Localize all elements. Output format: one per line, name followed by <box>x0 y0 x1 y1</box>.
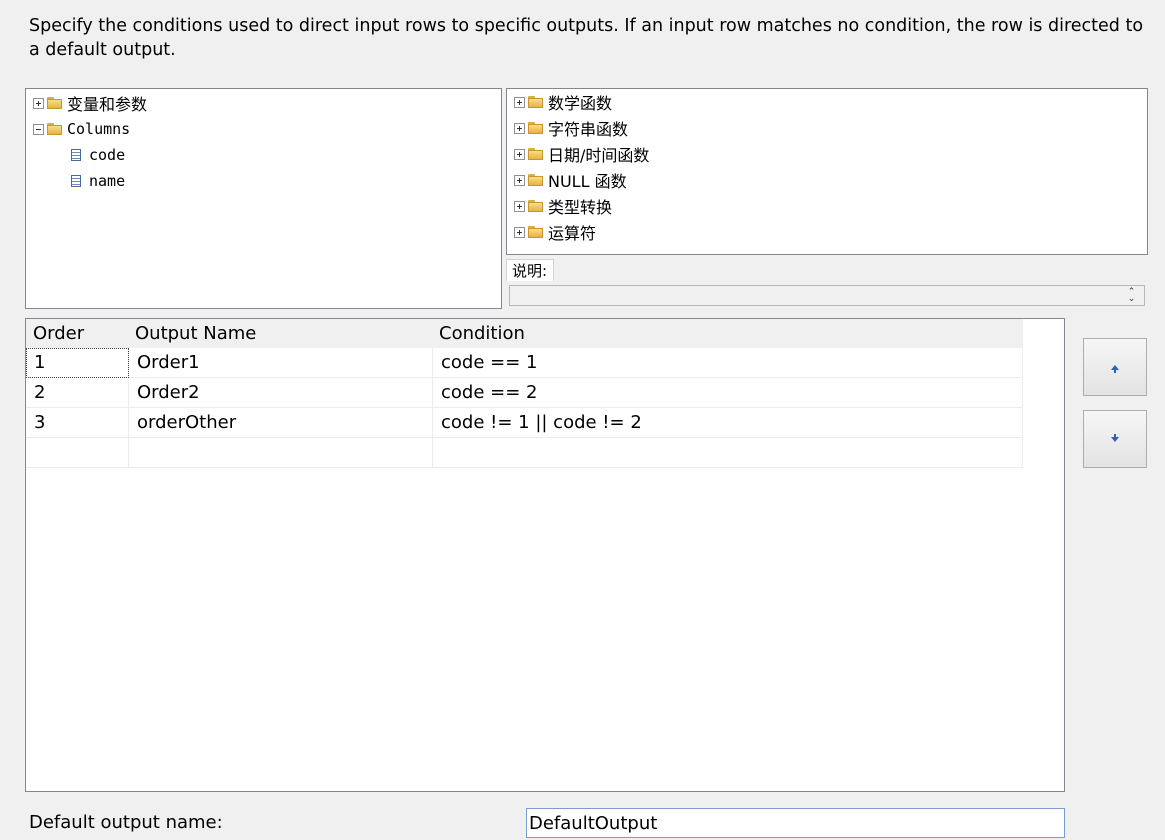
tree-node-math-functions[interactable]: 数学函数 <box>514 90 612 114</box>
cell-output-name[interactable]: Order2 <box>129 378 433 408</box>
tree-node-column-name[interactable]: name <box>71 169 125 193</box>
arrow-down-icon <box>1111 433 1119 442</box>
new-row-cell-condition[interactable] <box>433 438 1023 468</box>
conditions-grid[interactable]: Order Output Name Condition 1 Order1 cod… <box>25 318 1065 792</box>
default-output-label: Default output name: <box>29 812 223 833</box>
expand-icon[interactable] <box>514 148 525 160</box>
cell-order[interactable]: 3 <box>26 408 129 438</box>
tree-node-label: 数学函数 <box>548 94 613 113</box>
tree-node-datetime-functions[interactable]: 日期/时间函数 <box>514 142 649 166</box>
arrow-up-icon <box>1111 364 1119 373</box>
expand-icon[interactable] <box>514 122 525 134</box>
cell-condition[interactable]: code == 2 <box>433 378 1023 408</box>
tree-node-label: NULL 函数 <box>548 172 627 191</box>
functions-tree[interactable]: 数学函数 字符串函数 日期/时间函数 NULL 函数 类型转换 运算符 <box>506 88 1148 255</box>
tree-node-operators[interactable]: 运算符 <box>514 220 596 244</box>
cell-output-name[interactable]: Order1 <box>129 348 433 378</box>
column-icon <box>71 149 81 161</box>
tree-node-label: code <box>89 146 126 164</box>
new-row-cell-output-name[interactable] <box>129 438 433 468</box>
folder-icon <box>47 97 63 109</box>
tree-node-label: name <box>89 172 126 190</box>
expand-icon[interactable] <box>33 97 44 109</box>
expand-icon[interactable] <box>514 226 525 238</box>
tree-node-label: 日期/时间函数 <box>548 146 650 165</box>
column-header-condition[interactable]: Condition <box>433 319 1023 348</box>
tree-node-label: Columns <box>67 120 131 138</box>
scroll-spinner-icon[interactable]: ⌃ ⌄ <box>1127 288 1136 304</box>
move-up-button[interactable] <box>1083 338 1147 396</box>
tree-node-type-casts[interactable]: 类型转换 <box>514 194 612 218</box>
description-label: 说明: <box>506 259 554 281</box>
cell-order[interactable]: 1 <box>26 348 129 378</box>
tree-node-label: 变量和参数 <box>67 95 148 114</box>
tree-node-string-functions[interactable]: 字符串函数 <box>514 116 628 140</box>
tree-node-null-functions[interactable]: NULL 函数 <box>514 168 627 192</box>
new-row-cell-order[interactable] <box>26 438 129 468</box>
cell-order[interactable]: 2 <box>26 378 129 408</box>
folder-icon <box>528 148 544 160</box>
default-output-name-input[interactable] <box>526 808 1065 838</box>
description-box[interactable]: ⌃ ⌄ <box>509 285 1145 306</box>
tree-node-label: 运算符 <box>548 224 597 243</box>
tree-node-columns[interactable]: Columns <box>33 117 130 141</box>
folder-icon <box>528 200 544 212</box>
tree-node-label: 字符串函数 <box>548 120 629 139</box>
cell-condition[interactable]: code == 1 <box>433 348 1023 378</box>
cell-condition[interactable]: code != 1 || code != 2 <box>433 408 1023 438</box>
expand-icon[interactable] <box>514 200 525 212</box>
move-down-button[interactable] <box>1083 410 1147 468</box>
column-header-order[interactable]: Order <box>26 319 129 348</box>
column-header-output-name[interactable]: Output Name <box>129 319 433 348</box>
expand-icon[interactable] <box>514 174 525 186</box>
folder-icon <box>47 123 63 135</box>
folder-icon <box>528 226 544 238</box>
cell-output-name[interactable]: orderOther <box>129 408 433 438</box>
folder-icon <box>528 174 544 186</box>
instructions-text: Specify the conditions used to direct in… <box>29 16 1144 60</box>
folder-icon <box>528 96 544 108</box>
expand-icon[interactable] <box>514 96 525 108</box>
collapse-icon[interactable] <box>33 123 44 135</box>
column-icon <box>71 175 81 187</box>
tree-node-variables[interactable]: 变量和参数 <box>33 91 147 115</box>
columns-tree[interactable]: 变量和参数 Columns code name <box>25 88 502 309</box>
tree-node-label: 类型转换 <box>548 198 613 217</box>
folder-icon <box>528 122 544 134</box>
tree-node-column-code[interactable]: code <box>71 143 125 167</box>
